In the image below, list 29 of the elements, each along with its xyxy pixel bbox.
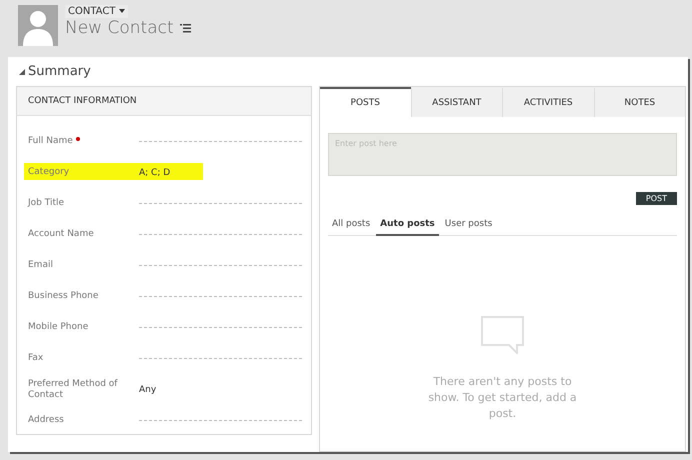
filter-tab[interactable]: User posts <box>440 215 496 236</box>
field-label: Address <box>28 415 64 426</box>
tab[interactable]: NOTES <box>594 87 685 117</box>
field-label: Mobile Phone <box>28 322 88 333</box>
collapse-arrow-icon[interactable] <box>19 68 25 74</box>
caret-icon <box>118 9 125 14</box>
filter-tab[interactable]: All posts <box>328 215 374 236</box>
field-label: Preferred Method of Contact <box>28 378 118 400</box>
field-label: Account Name <box>28 229 94 240</box>
panel-title: CONTACT INFORMATION <box>28 96 137 106</box>
section-title: Summary <box>28 64 91 79</box>
post-button[interactable]: POST <box>636 192 677 205</box>
tab[interactable]: ASSISTANT <box>410 87 502 117</box>
field-value[interactable]: Any <box>139 384 156 394</box>
field-label: Full Name <box>28 136 73 147</box>
empty-message: There aren't any posts to show. To get started, add a post. <box>428 374 578 422</box>
tab[interactable]: ACTIVITIES <box>502 87 594 117</box>
field-label: Category <box>28 167 70 178</box>
field-label: Fax <box>28 353 44 364</box>
field-label: Business Phone <box>28 291 98 302</box>
field-label: Job Title <box>28 198 64 209</box>
filter-tab[interactable]: Auto posts <box>376 215 439 236</box>
field-label: Email <box>28 260 53 271</box>
avatar-icon <box>18 5 58 46</box>
entity-menu[interactable]: CONTACT <box>65 5 128 18</box>
record-title: New Contact <box>65 18 174 38</box>
menu-icon[interactable] <box>180 24 191 32</box>
comment-icon <box>481 316 524 354</box>
field-value[interactable]: A; C; D <box>139 168 170 178</box>
